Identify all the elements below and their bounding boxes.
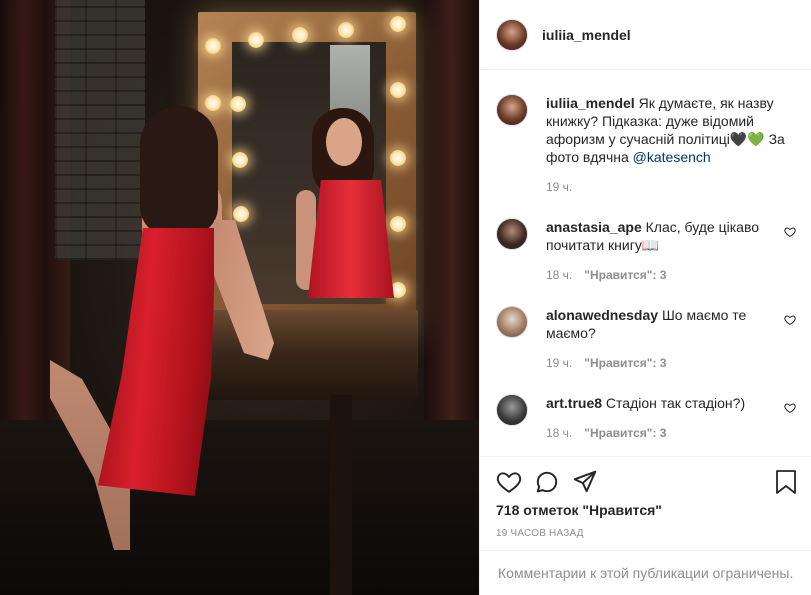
comment-meta: 18 ч. "Нравится": 3 [546,424,766,442]
floor [0,420,479,595]
comment-likes[interactable]: "Нравится": 3 [584,266,666,284]
mirror-bulb [390,216,406,232]
author-avatar[interactable] [496,18,528,51]
comment-time[interactable]: 18 ч. [546,266,572,284]
post-actions: 718 отметок "Нравится" 19 часов назад [480,456,811,550]
mirror-bulb [248,32,264,48]
comments-disabled-notice: Комментарии к этой публикации ограничены… [480,550,811,595]
woman-hair [140,106,218,236]
caption-author[interactable]: iuliia_mendel [546,95,635,111]
comment-author[interactable]: alonawednesday [546,307,658,323]
comment-like-heart-icon[interactable] [784,226,796,238]
mirror-bulb [292,27,308,43]
comment-author[interactable]: anastasia_ape [546,219,642,235]
comment-body: art.true8 Стадіон так стадіон?) 18 ч. "Н… [546,394,796,442]
bookmark-icon[interactable] [774,469,798,495]
caption: iuliia_mendel Як думаєте, як назву книжк… [496,94,796,196]
comment-body: anastasia_ape Клас, буде цікаво почитати… [546,218,796,284]
comment-like-heart-icon[interactable] [784,314,796,326]
post-photo[interactable] [0,0,479,595]
heart-icon[interactable] [496,469,522,495]
brick-wall [55,0,145,260]
caption-mention[interactable]: @katesench [633,149,711,165]
author-username[interactable]: iuliia_mendel [542,27,631,43]
caption-time[interactable]: 19 ч. [546,178,572,196]
comment-meta: 19 ч. "Нравится": 3 [546,354,766,372]
mirror-bulb [390,16,406,32]
post-header: iuliia_mendel [480,0,811,70]
comment-author-avatar[interactable] [496,306,528,338]
comment-like-heart-icon[interactable] [784,402,796,414]
mirror-bulb [390,150,406,166]
share-icon[interactable] [572,469,598,495]
comment-likes[interactable]: "Нравится": 3 [584,354,666,372]
comment-item: alonawednesday Шо маємо те маємо? 19 ч. … [496,306,796,372]
mirror-bulb [390,82,406,98]
comment-body: alonawednesday Шо маємо те маємо? 19 ч. … [546,306,796,372]
red-dress [98,228,216,496]
mirror-bulb [230,96,246,112]
comment-likes[interactable]: "Нравится": 3 [584,424,666,442]
vanity-leg [330,395,352,595]
caption-author-avatar[interactable] [496,94,528,126]
comment-author[interactable]: art.true8 [546,395,602,411]
mirror-bulb [233,206,249,222]
comment-item: art.true8 Стадіон так стадіон?) 18 ч. "Н… [496,394,796,442]
comment-item: anastasia_ape Клас, буде цікаво почитати… [496,218,796,284]
comment-time[interactable]: 18 ч. [546,424,572,442]
comment-meta: 18 ч. "Нравится": 3 [546,266,766,284]
comment-text: Стадіон так стадіон?) [605,395,746,411]
post-side-panel: iuliia_mendel iuliia_mendel Як думаєте, … [479,0,811,595]
caption-meta: 19 ч. [546,178,796,196]
comment-author-avatar[interactable] [496,218,528,250]
action-icons [496,469,598,495]
reflection-dress [308,180,394,298]
mirror-bulb [205,38,221,54]
mirror-bulb [232,152,248,168]
comments-list: iuliia_mendel Як думаєте, як назву книжк… [480,70,811,456]
post-timestamp[interactable]: 19 часов назад [496,528,584,539]
caption-body: iuliia_mendel Як думаєте, як назву книжк… [546,94,796,196]
mirror-bulb [338,22,354,38]
reflection-face [326,118,362,166]
comment-author-avatar[interactable] [496,394,528,426]
comment-time[interactable]: 19 ч. [546,354,572,372]
likes-count[interactable]: 718 отметок "Нравится" [496,502,662,518]
comment-icon[interactable] [534,469,560,495]
mirror-bulb [205,95,221,111]
